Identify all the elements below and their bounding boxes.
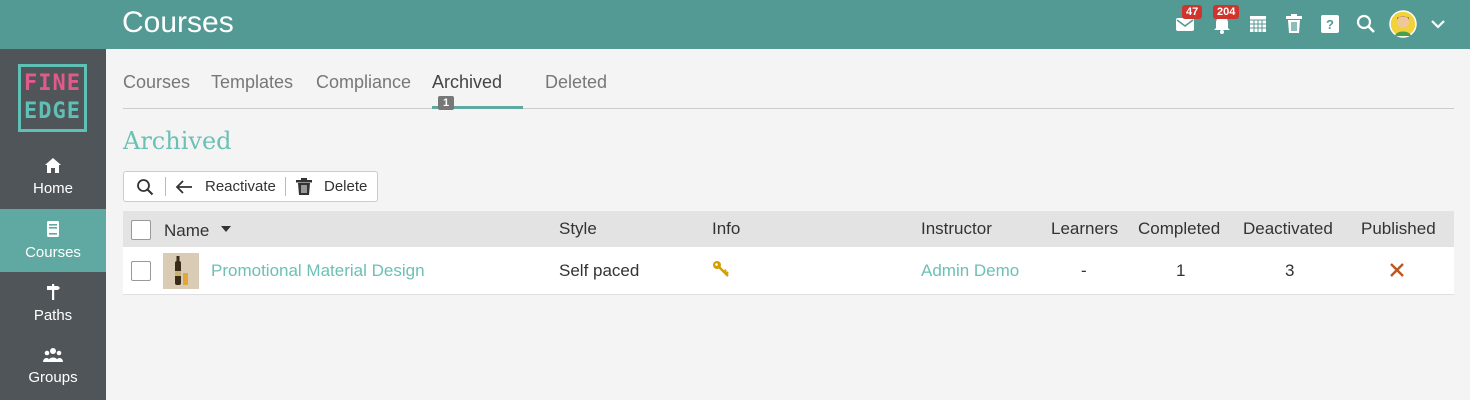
sort-down-icon [221,226,232,232]
notifications-badge: 204 [1213,5,1240,19]
column-name-header[interactable]: Name [164,221,232,241]
tab-label: Compliance [316,72,412,92]
tab-deleted[interactable]: Deleted [545,72,607,109]
book-icon [47,221,59,237]
sidebar-item-courses[interactable]: Courses [0,209,106,272]
completed-value: 1 [1176,261,1186,280]
avatar[interactable] [1389,10,1417,38]
deactivated-value: 3 [1285,261,1295,280]
home-icon [45,157,61,173]
tab-label: Courses [123,72,191,92]
sidebar-item-label: Groups [28,369,78,386]
column-published-header: Published [1361,219,1436,238]
logo-line-1: FINE [24,71,81,96]
action-toolbar: Reactivate Delete [123,171,378,202]
sidebar-item-paths[interactable]: Paths [0,272,106,335]
toolbar-divider [285,177,286,196]
toolbar-divider [165,177,166,196]
tab-label: Deleted [545,72,608,92]
tab-archived[interactable]: Archived 1 [432,72,523,110]
signpost-icon [47,284,60,300]
learners-value: - [1081,261,1087,280]
column-completed-header: Completed [1138,219,1221,238]
search-button[interactable] [136,172,154,201]
messages-badge: 47 [1182,5,1203,19]
instructor-link[interactable]: Admin Demo [921,261,1019,281]
select-all-checkbox[interactable] [131,220,151,240]
svg-text:?: ? [1326,17,1334,32]
sidebar-item-home[interactable]: Home [0,145,106,208]
tab-compliance[interactable]: Compliance [316,72,411,109]
delete-button[interactable]: Delete [296,172,367,201]
reactivate-label: Reactivate [205,178,276,195]
tab-label: Templates [211,72,294,92]
reactivate-button[interactable]: Reactivate [175,172,276,201]
users-icon [43,348,63,362]
column-info-header: Info [712,219,741,238]
course-thumbnail [163,253,199,289]
tab-label: Archived [432,72,503,92]
section-title: Archived [123,127,232,155]
column-style-header: Style [559,219,597,238]
tab-templates[interactable]: Templates [211,72,293,109]
cross-icon[interactable] [1389,262,1405,283]
column-label: Name [164,221,210,240]
top-bar: Courses 47 204 ? [0,0,1470,49]
table-header: Name Style Info Instructor Learners Comp… [123,211,1454,247]
logo-line-2: EDGE [24,99,81,124]
tab-courses[interactable]: Courses [123,72,190,109]
column-deactivated-header: Deactivated [1243,219,1333,238]
page-title: Courses [122,6,234,39]
notifications-icon[interactable]: 204 [1210,5,1240,36]
course-style: Self paced [559,261,640,280]
archived-count-badge: 1 [438,96,455,110]
trash-icon [296,178,312,195]
column-learners-header: Learners [1051,219,1119,238]
sidebar-item-label: Courses [25,244,81,261]
fine-edge-logo[interactable]: FINE EDGE [18,64,87,132]
messages-icon[interactable]: 47 [1174,5,1203,36]
trash-icon[interactable] [1282,12,1306,36]
column-instructor-header: Instructor [921,219,992,238]
sidebar-item-groups[interactable]: Groups [0,335,106,398]
course-name-link[interactable]: Promotional Material Design [211,261,425,281]
delete-label: Delete [324,178,368,195]
sidebar-item-label: Home [32,179,73,197]
key-icon[interactable] [712,260,730,283]
table-row: Promotional Material Design Self paced A… [123,247,1454,295]
chevron-down-icon[interactable] [1426,12,1450,36]
help-icon[interactable]: ? [1318,12,1342,36]
calendar-icon[interactable] [1246,12,1270,36]
arrow-left-icon [175,179,192,194]
course-tabs: Courses Templates Compliance Archived 1 D… [123,60,1454,110]
sidebar: FINE EDGE Home Courses Paths Groups [0,49,106,400]
search-icon[interactable] [1354,12,1378,36]
sidebar-item-label: Paths [33,307,73,324]
search-icon [137,178,154,195]
row-checkbox[interactable] [131,261,151,281]
